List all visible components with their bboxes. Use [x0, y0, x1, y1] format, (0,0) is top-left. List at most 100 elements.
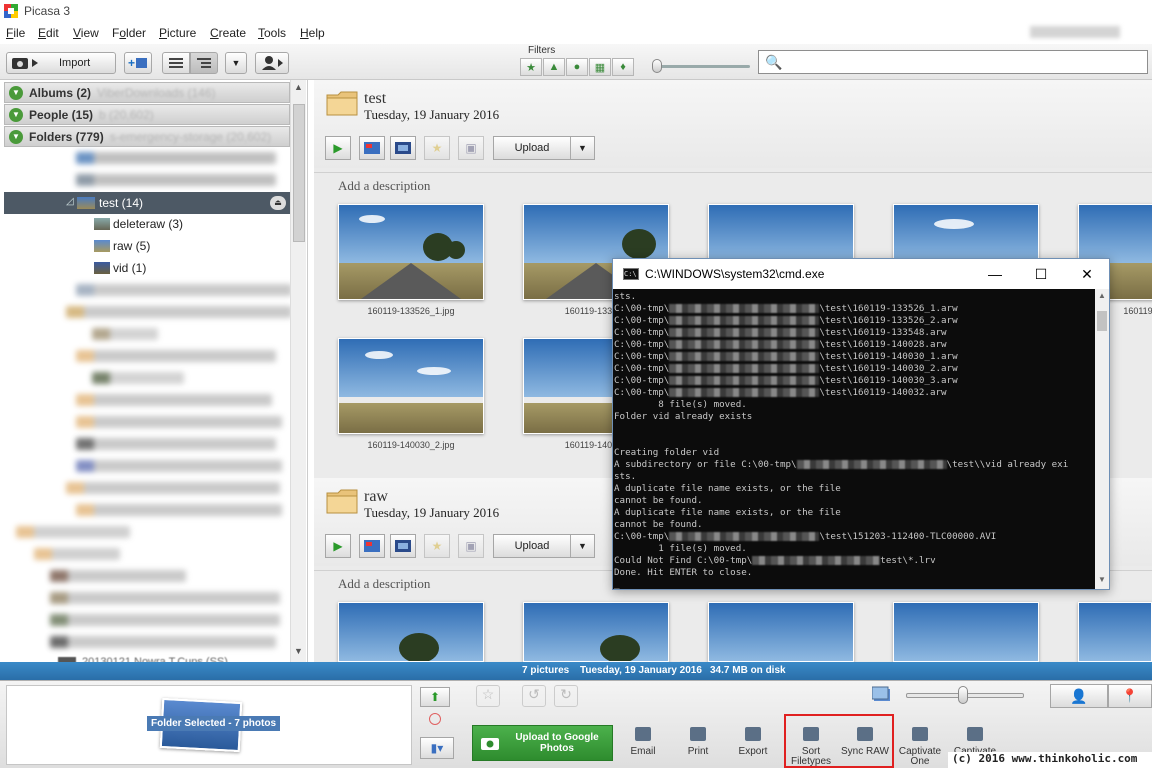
account-name-redacted[interactable] [1030, 26, 1120, 38]
folder-row-redacted[interactable] [50, 614, 280, 626]
folder-title[interactable]: test [364, 90, 386, 108]
people-section-header[interactable]: ▼ People (15) b (20,602) [4, 104, 290, 125]
photo-thumbnail[interactable] [338, 204, 484, 300]
folder-date[interactable]: Tuesday, 19 January 2016 [364, 107, 499, 123]
people-panel-button[interactable]: 👤 [1050, 684, 1108, 708]
email-button[interactable]: Email [627, 727, 659, 757]
export-button[interactable]: Export [734, 727, 772, 757]
folders-section-header[interactable]: ▼ Folders (779) s-emergency-storage (20,… [4, 126, 290, 147]
selection-tray[interactable]: Folder Selected - 7 photos [6, 685, 412, 765]
folder-row-raw[interactable]: raw (5) [94, 236, 150, 256]
filter-faces-button[interactable]: ● [566, 58, 588, 76]
menu-help[interactable]: Help [300, 26, 325, 40]
photo-thumbnail[interactable] [1078, 602, 1152, 662]
filter-slider-track[interactable] [656, 65, 750, 68]
movie-button[interactable] [390, 534, 416, 558]
filter-starred-button[interactable]: ★ [520, 58, 542, 76]
folder-row-deleteraw[interactable]: deleteraw (3) [94, 214, 183, 234]
scrollbar-thumb[interactable] [1097, 311, 1107, 331]
photo-thumbnail[interactable] [523, 602, 669, 662]
folder-row-redacted[interactable] [76, 438, 276, 450]
photo-thumbnail[interactable] [338, 602, 484, 662]
collapse-arrow-icon[interactable]: ▼ [9, 129, 23, 144]
folder-row-redacted[interactable] [76, 174, 276, 186]
close-button[interactable]: ✕ [1065, 263, 1109, 285]
photo-thumbnail[interactable] [708, 602, 854, 662]
cmd-title-bar[interactable]: C:\ C:\WINDOWS\system32\cmd.exe — ☐ ✕ [613, 259, 1109, 289]
places-panel-button[interactable]: 📍 [1108, 684, 1152, 708]
view-options-dropdown[interactable]: ▼ [225, 52, 247, 74]
captivate-one-button[interactable]: Captivate One [896, 727, 944, 767]
folder-row-redacted[interactable] [76, 152, 276, 164]
chevron-down-icon[interactable]: ▼ [570, 137, 594, 159]
hold-button[interactable]: ⬆ [420, 687, 450, 707]
filter-geotagged-button[interactable]: ♦ [612, 58, 634, 76]
menu-picture[interactable]: Picture [159, 26, 196, 40]
folder-row-redacted[interactable] [66, 306, 292, 318]
folder-row-redacted[interactable] [76, 284, 292, 296]
add-description[interactable]: Add a description [338, 178, 430, 194]
maximize-button[interactable]: ☐ [1019, 263, 1063, 285]
star-button[interactable]: ★ [424, 534, 450, 558]
clear-selection-icon[interactable] [429, 713, 441, 725]
import-button[interactable]: Import [6, 52, 116, 74]
scroll-up-arrow-icon[interactable]: ▲ [294, 82, 303, 92]
folder-row-vid[interactable]: vid (1) [94, 258, 146, 278]
save-button[interactable]: ▣ [458, 136, 484, 160]
play-slideshow-button[interactable]: ▶ [325, 534, 351, 558]
folder-row-redacted[interactable] [76, 416, 282, 428]
menu-folder[interactable]: Folder [112, 26, 146, 40]
menu-create[interactable]: Create [210, 26, 246, 40]
folder-row-redacted[interactable] [92, 328, 158, 340]
albums-section-header[interactable]: ▼ Albums (2) ViberDownloads (146) [4, 82, 290, 103]
folder-row-redacted[interactable] [34, 548, 120, 560]
filter-movies-button[interactable]: ▦ [589, 58, 611, 76]
rotate-right-button[interactable]: ↻ [554, 685, 578, 707]
add-to-album-button[interactable]: ▮▾ [420, 737, 454, 759]
folder-row-redacted[interactable] [50, 636, 276, 648]
chevron-down-icon[interactable]: ▼ [570, 535, 594, 557]
rotate-left-button[interactable]: ↺ [522, 685, 546, 707]
movie-button[interactable] [390, 136, 416, 160]
print-button[interactable]: Print [682, 727, 714, 757]
search-box[interactable]: 🔍 [758, 50, 1148, 74]
collapse-arrow-icon[interactable]: ▼ [9, 107, 23, 122]
folder-row-redacted[interactable] [66, 482, 280, 494]
folder-date[interactable]: Tuesday, 19 January 2016 [364, 505, 499, 521]
menu-tools[interactable]: Tools [258, 26, 286, 40]
folder-row-redacted[interactable] [76, 394, 272, 406]
folder-row-redacted[interactable] [16, 526, 130, 538]
photo-thumbnail[interactable] [338, 338, 484, 434]
folder-list-scrollbar[interactable]: ▲ ▼ [290, 80, 306, 662]
eject-icon[interactable]: ⏏ [270, 196, 286, 210]
minimize-button[interactable]: — [973, 263, 1017, 285]
upload-button[interactable]: Upload ▼ [493, 534, 595, 558]
menu-file[interactable]: File [6, 26, 25, 40]
folder-row-redacted[interactable] [76, 504, 282, 516]
scroll-down-arrow-icon[interactable]: ▼ [1098, 575, 1106, 584]
star-button[interactable]: ☆ [476, 685, 500, 707]
filter-uploaded-button[interactable]: ▲ [543, 58, 565, 76]
search-input[interactable] [783, 53, 1143, 71]
filter-slider-handle[interactable] [652, 59, 662, 73]
people-manager-button[interactable] [255, 52, 289, 74]
view-list-button[interactable] [162, 52, 190, 74]
folder-row-redacted[interactable] [92, 372, 184, 384]
scrollbar-thumb[interactable] [293, 104, 305, 242]
collage-button[interactable] [359, 136, 385, 160]
collage-button[interactable] [359, 534, 385, 558]
scroll-down-arrow-icon[interactable]: ▼ [294, 646, 303, 656]
collapse-arrow-icon[interactable]: ▼ [9, 85, 23, 100]
console-scrollbar[interactable]: ▲ ▼ [1095, 289, 1109, 589]
cmd-window[interactable]: C:\ C:\WINDOWS\system32\cmd.exe — ☐ ✕ st… [612, 258, 1110, 590]
save-button[interactable]: ▣ [458, 534, 484, 558]
folder-row-redacted[interactable] [76, 350, 276, 362]
console-output[interactable]: sts. C:\00-tmp\ \test\160119-133526_1.arw C… [613, 289, 1095, 589]
play-slideshow-button[interactable]: ▶ [325, 136, 351, 160]
view-tree-button[interactable] [190, 52, 218, 74]
photo-thumbnail[interactable] [893, 602, 1039, 662]
folder-row-test-selected[interactable]: ◿ test (14) ⏏ [4, 192, 290, 214]
folder-row-redacted[interactable] [50, 592, 280, 604]
thumbnail-size-slider-handle[interactable] [958, 686, 968, 704]
folder-row-redacted[interactable] [50, 570, 186, 582]
